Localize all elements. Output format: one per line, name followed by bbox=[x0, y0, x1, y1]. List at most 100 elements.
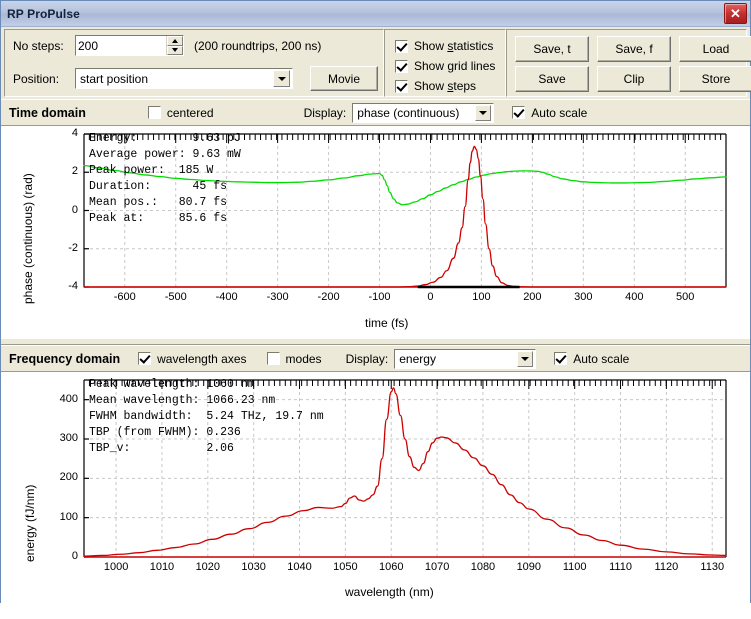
axis-tick-x: -600 bbox=[113, 291, 136, 303]
movie-button[interactable]: Movie bbox=[310, 66, 378, 91]
save-f-button[interactable]: Save, f bbox=[597, 36, 671, 62]
chevron-down-icon[interactable] bbox=[273, 70, 290, 87]
axis-tick-x: -300 bbox=[266, 291, 289, 303]
file-actions-group: Save, t Save, f Load Save Clip Store bbox=[506, 29, 751, 97]
axis-tick-x: 1070 bbox=[424, 561, 450, 573]
freq-display-select[interactable]: energy bbox=[394, 348, 537, 369]
checkbox-show-grid-lines-label: Show grid lines bbox=[414, 59, 496, 73]
roundtrips-hint: (200 roundtrips, 200 ns) bbox=[194, 38, 322, 53]
frequency-domain-xlabel: wavelength (nm) bbox=[345, 585, 434, 599]
no-steps-stepper[interactable] bbox=[75, 35, 184, 56]
checkbox-show-statistics-box[interactable] bbox=[395, 39, 408, 53]
caret-glyph bbox=[277, 76, 286, 81]
close-icon[interactable]: ✕ bbox=[724, 3, 747, 24]
spin-up-button[interactable] bbox=[167, 36, 183, 46]
frequency-domain-header: Frequency domain wavelength axes modes D… bbox=[1, 345, 750, 372]
position-row: Position: start position bbox=[13, 68, 293, 89]
checkbox-centered-box[interactable] bbox=[147, 106, 161, 119]
axis-tick-y: 400 bbox=[59, 392, 78, 405]
checkbox-show-statistics[interactable]: Show statistics bbox=[395, 36, 495, 56]
checkbox-time-auto-scale-label: Auto scale bbox=[531, 105, 588, 120]
checkbox-modes-label: modes bbox=[285, 351, 322, 366]
spin-down-button[interactable] bbox=[167, 45, 183, 55]
clip-button[interactable]: Clip bbox=[597, 66, 671, 92]
checkbox-freq-auto-scale-label: Auto scale bbox=[573, 351, 630, 366]
no-steps-label: No steps: bbox=[13, 38, 64, 53]
time-display-chevron-down-icon[interactable] bbox=[475, 104, 492, 121]
axis-tick-y: 0 bbox=[71, 203, 78, 216]
simulation-controls-group: No steps: (200 roundtrips, 200 ns) Posit… bbox=[4, 29, 384, 97]
freq-display-label: Display: bbox=[345, 351, 389, 366]
axis-tick-x: -500 bbox=[164, 291, 187, 303]
axis-tick-x: 1000 bbox=[103, 561, 129, 573]
frequency-domain-title: Frequency domain bbox=[9, 351, 121, 366]
axis-tick-x: -100 bbox=[368, 291, 391, 303]
position-select[interactable]: start position bbox=[75, 68, 293, 89]
checkbox-show-grid-lines-box[interactable] bbox=[395, 59, 408, 73]
axis-tick-x: 1030 bbox=[241, 561, 266, 573]
checkbox-freq-auto-scale[interactable]: Auto scale bbox=[554, 352, 629, 366]
axis-tick-x: -400 bbox=[215, 291, 238, 303]
time-domain-plot[interactable]: Energy: 9.63 pJ Average power: 9.63 mW P… bbox=[1, 126, 750, 338]
axis-tick-y: -2 bbox=[68, 241, 78, 254]
file-actions-grid: Save, t Save, f Load Save Clip Store bbox=[515, 36, 751, 92]
checkbox-time-auto-scale[interactable]: Auto scale bbox=[512, 106, 587, 120]
save-button[interactable]: Save bbox=[515, 66, 589, 92]
time-display-label: Display: bbox=[303, 105, 347, 120]
freq-display-chevron-down-icon[interactable] bbox=[517, 350, 534, 367]
axis-tick-x: 1080 bbox=[470, 561, 496, 573]
axis-tick-y: 0 bbox=[71, 550, 78, 562]
checkbox-modes[interactable]: modes bbox=[266, 351, 322, 366]
position-select-value: start position bbox=[80, 71, 149, 86]
axis-tick-y: 300 bbox=[59, 432, 78, 444]
axis-tick-x: 0 bbox=[427, 291, 434, 303]
no-steps-row: No steps: (200 roundtrips, 200 ns) bbox=[13, 35, 321, 56]
checkbox-wavelength-axes-box[interactable] bbox=[138, 352, 152, 365]
checkbox-show-grid-lines[interactable]: Show grid lines bbox=[395, 56, 495, 76]
checkbox-wavelength-axes[interactable]: wavelength axes bbox=[138, 351, 247, 366]
freq-display-select-value: energy bbox=[399, 351, 436, 366]
frequency-domain-plot[interactable]: Peak wavelength: 1060 nm Mean wavelength… bbox=[1, 372, 750, 619]
app-window: RP ProPulse ✕ No steps: (200 roundtrips,… bbox=[0, 0, 751, 619]
axis-tick-y: -4 bbox=[68, 280, 78, 292]
title-bar: RP ProPulse ✕ bbox=[1, 1, 750, 27]
section-divider bbox=[1, 338, 750, 345]
axis-tick-x: 1090 bbox=[516, 561, 542, 573]
caret-glyph bbox=[521, 356, 530, 361]
position-label: Position: bbox=[13, 71, 60, 86]
frequency-domain-svg bbox=[83, 379, 727, 558]
store-button[interactable]: Store bbox=[679, 66, 751, 92]
no-steps-spin-buttons[interactable] bbox=[166, 36, 183, 55]
time-domain-title: Time domain bbox=[9, 105, 86, 120]
axis-tick-x: 300 bbox=[574, 291, 593, 303]
load-button[interactable]: Load bbox=[679, 36, 751, 62]
toolbar: No steps: (200 roundtrips, 200 ns) Posit… bbox=[1, 27, 751, 99]
axis-tick-x: 1060 bbox=[378, 561, 404, 573]
checkbox-time-auto-scale-box[interactable] bbox=[512, 106, 526, 119]
checkbox-show-steps-box[interactable] bbox=[395, 79, 408, 93]
no-steps-input[interactable] bbox=[76, 36, 166, 55]
axis-tick-x: 100 bbox=[472, 291, 491, 303]
display-options-list: Show statistics Show grid lines Show ste… bbox=[395, 36, 495, 96]
axis-tick-x: 1120 bbox=[654, 561, 679, 573]
axis-tick-x: 400 bbox=[625, 291, 644, 303]
axis-tick-x: 1040 bbox=[287, 561, 312, 573]
time-domain-svg bbox=[83, 133, 727, 289]
checkbox-centered-label: centered bbox=[166, 105, 214, 120]
save-t-button[interactable]: Save, t bbox=[515, 36, 589, 62]
checkbox-wavelength-axes-label: wavelength axes bbox=[157, 351, 247, 366]
checkbox-show-steps[interactable]: Show steps bbox=[395, 76, 495, 96]
axis-tick-x: 1110 bbox=[609, 561, 632, 573]
axis-tick-x: 1020 bbox=[195, 561, 221, 573]
checkbox-freq-auto-scale-box[interactable] bbox=[554, 352, 568, 365]
axis-tick-y: 100 bbox=[59, 510, 78, 523]
axis-tick-x: -200 bbox=[317, 291, 340, 303]
axis-tick-y: 2 bbox=[71, 165, 78, 178]
display-options-group: Show statistics Show grid lines Show ste… bbox=[384, 29, 506, 97]
axis-tick-y: 4 bbox=[71, 127, 78, 139]
checkbox-centered[interactable]: centered bbox=[147, 105, 214, 120]
time-display-select[interactable]: phase (continuous) bbox=[352, 102, 495, 123]
checkbox-modes-box[interactable] bbox=[266, 352, 280, 365]
axis-tick-y: 200 bbox=[59, 471, 78, 484]
time-domain-ylabel: phase (continuous) (rad) bbox=[21, 173, 35, 304]
